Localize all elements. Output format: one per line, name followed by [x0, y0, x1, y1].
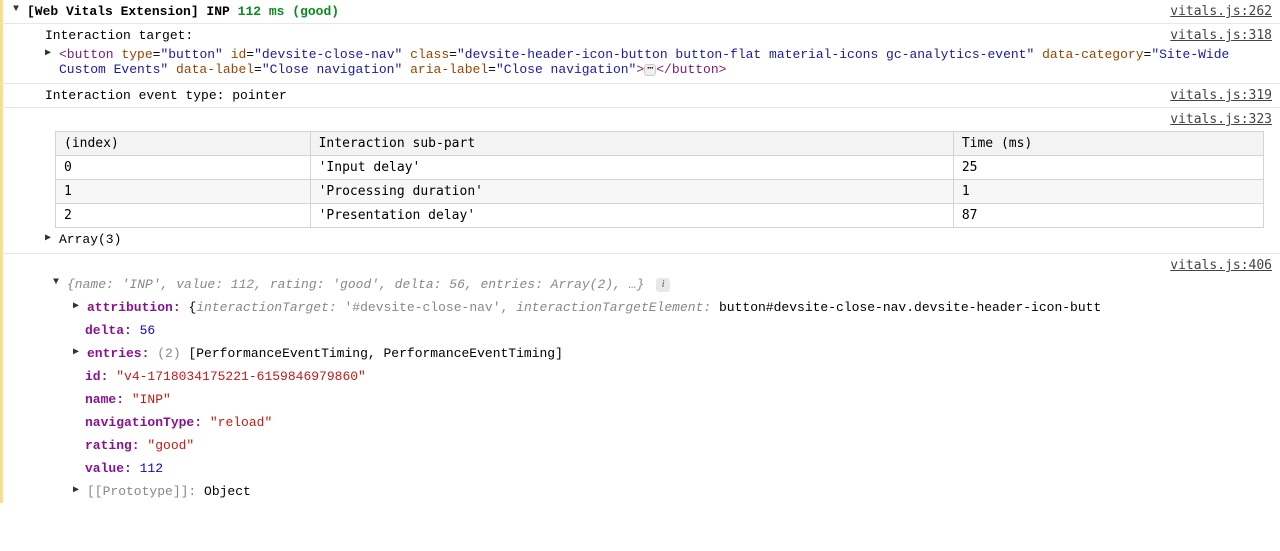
prop-value-row: value: 112 [0, 457, 1280, 480]
prop-key: value: [85, 461, 132, 476]
prop-value: Object [204, 484, 251, 499]
chevron-right-icon[interactable]: ▶ [73, 346, 85, 358]
subpart-table: (index) Interaction sub-part Time (ms) 0… [55, 131, 1264, 228]
attr-val: button#devsite-close-nav.devsite-header-… [719, 300, 1101, 315]
prop-key: entries: [87, 346, 149, 361]
source-link[interactable]: vitals.js:318 [1154, 28, 1272, 43]
info-icon[interactable]: i [656, 278, 670, 292]
source-link[interactable]: vitals.js:319 [1154, 88, 1272, 103]
prop-key: [[Prototype]]: [87, 484, 196, 499]
col-time: Time (ms) [953, 132, 1263, 156]
chevron-right-icon[interactable]: ▶ [73, 484, 85, 496]
prop-value: 56 [140, 323, 156, 338]
prop-key: id: [85, 369, 108, 384]
chevron-down-icon[interactable]: ▼ [13, 4, 25, 15]
prop-key: rating: [85, 438, 140, 453]
prop-delta: delta: 56 [0, 319, 1280, 342]
prop-value: "v4-1718034175221-6159846979860" [116, 369, 366, 384]
prop-value: "reload" [210, 415, 272, 430]
chevron-down-icon[interactable]: ▼ [53, 277, 65, 288]
object-source-row: vitals.js:406 [0, 254, 1280, 273]
html-element-preview[interactable]: <button type="button" id="devsite-close-… [59, 47, 1272, 77]
prop-entries[interactable]: ▶ entries: (2) [PerformanceEventTiming, … [0, 342, 1280, 365]
prop-value: 112 [140, 461, 163, 476]
prop-name: name: "INP" [0, 388, 1280, 411]
table-source-row: vitals.js:323 [0, 108, 1280, 127]
col-subpart: Interaction sub-part [310, 132, 953, 156]
interaction-target-label: Interaction target: [45, 28, 1154, 43]
source-link[interactable]: vitals.js:323 [1154, 112, 1272, 127]
attr-val: '#devsite-close-nav' [345, 300, 501, 315]
header-rating: (good) [292, 4, 339, 19]
col-index: (index) [56, 132, 311, 156]
attr-key: interactionTarget: [196, 300, 336, 315]
table-header-row: (index) Interaction sub-part Time (ms) [56, 132, 1264, 156]
ellipsis-icon[interactable]: ⋯ [644, 64, 656, 76]
array-label[interactable]: Array(3) [59, 232, 1272, 247]
prop-navigation-type: navigationType: "reload" [0, 411, 1280, 434]
entries-value: [PerformanceEventTiming, PerformanceEven… [188, 346, 562, 361]
prop-key: name: [85, 392, 124, 407]
chevron-right-icon[interactable]: ▶ [45, 47, 57, 59]
prop-value: "good" [147, 438, 194, 453]
prop-key: attribution: [87, 300, 181, 315]
prop-value: "INP" [132, 392, 171, 407]
event-type-text: Interaction event type: pointer [45, 88, 1154, 103]
header-content: [Web Vitals Extension] INP 112 ms (good) [27, 4, 1154, 19]
table-row: 1 'Processing duration' 1 [56, 180, 1264, 204]
source-link[interactable]: vitals.js:406 [1154, 258, 1272, 273]
table-row: 0 'Input delay' 25 [56, 156, 1264, 180]
interaction-target-row: Interaction target: vitals.js:318 [0, 24, 1280, 47]
object-summary: {name: 'INP', value: 112, rating: 'good'… [67, 277, 644, 292]
attr-key: interactionTargetElement: [516, 300, 711, 315]
prop-key: delta: [85, 323, 132, 338]
prop-rating: rating: "good" [0, 434, 1280, 457]
prop-id: id: "v4-1718034175221-6159846979860" [0, 365, 1280, 388]
prop-attribution[interactable]: ▶ attribution: {interactionTarget: '#dev… [0, 296, 1280, 319]
event-type-row: Interaction event type: pointer vitals.j… [0, 84, 1280, 108]
prop-prototype[interactable]: ▶ [[Prototype]]: Object [0, 480, 1280, 503]
source-link[interactable]: vitals.js:262 [1154, 4, 1272, 19]
header-title: [Web Vitals Extension] INP [27, 4, 230, 19]
array-summary-row: ▶ Array(3) [0, 230, 1280, 254]
chevron-right-icon[interactable]: ▶ [73, 300, 85, 312]
console-header-row: ▼ [Web Vitals Extension] INP 112 ms (goo… [0, 0, 1280, 24]
header-value: 112 ms [238, 4, 285, 19]
subpart-table-wrap: (index) Interaction sub-part Time (ms) 0… [0, 127, 1280, 230]
chevron-right-icon[interactable]: ▶ [45, 232, 57, 244]
table-row: 2 'Presentation delay' 87 [56, 204, 1264, 228]
prop-key: navigationType: [85, 415, 202, 430]
entries-count: (2) [157, 346, 180, 361]
object-summary-row[interactable]: ▼ {name: 'INP', value: 112, rating: 'goo… [0, 273, 1280, 296]
interaction-target-element-row: ▶ <button type="button" id="devsite-clos… [0, 47, 1280, 84]
